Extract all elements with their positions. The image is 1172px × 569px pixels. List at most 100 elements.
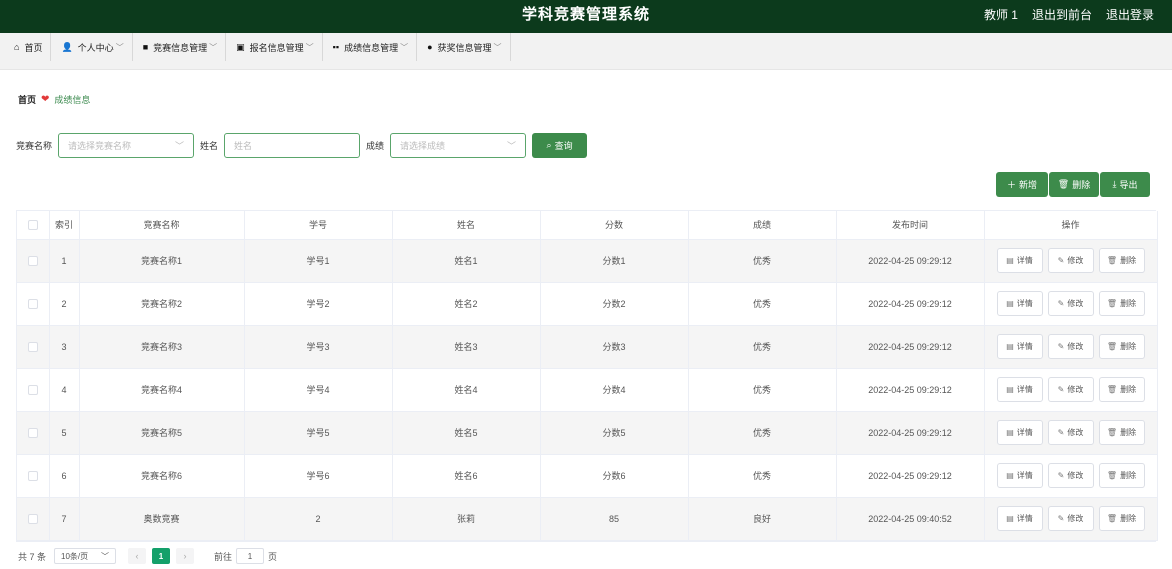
nav-item-label: 报名信息管理 (249, 42, 304, 53)
edit-button[interactable]: ✎ 修改 (1047, 334, 1094, 359)
delete-button[interactable]: 🗑 删除 (1098, 463, 1145, 488)
nav-item-2[interactable]: ■ 竞赛信息管理 ﹀ (133, 33, 227, 61)
nav-item-5[interactable]: ● 获奖信息管理 ﹀ (417, 33, 511, 61)
logout-link[interactable]: 退出登录 (1106, 0, 1154, 30)
next-page-button[interactable]: › (176, 548, 195, 564)
delete-button[interactable]: 🗑 删除 (1098, 248, 1145, 273)
col-header-contest: 竞赛名称 (79, 211, 245, 240)
cell-index: 2 (49, 282, 80, 326)
goto-label: 前往 (214, 551, 233, 562)
breadcrumb-home[interactable]: 首页 (18, 93, 36, 106)
row-checkbox[interactable] (27, 341, 38, 352)
exit-to-front-link[interactable]: 退出到前台 (1032, 0, 1092, 30)
pencil-icon: ✎ (1057, 385, 1065, 394)
page-1-button[interactable]: 1 (152, 548, 171, 564)
cell-grade: 优秀 (688, 411, 837, 455)
table-row: 4 竞赛名称4 学号4 姓名4 分数4 优秀 2022-04-25 09:29:12 ▤ 详情 ✎… (17, 368, 1158, 412)
select-all-checkbox[interactable] (27, 220, 38, 231)
delete-button[interactable]: 🗑 删除 (1098, 377, 1145, 402)
chevron-down-icon: ﹀ (493, 42, 502, 52)
detail-button[interactable]: ▤ 详情 (996, 334, 1043, 359)
row-checkbox[interactable] (27, 384, 38, 395)
batch-delete-button[interactable]: 🗑 删除 (1049, 172, 1099, 197)
nav-item-label: 成绩信息管理 (344, 42, 399, 53)
cell-contest: 奥数竞赛 (79, 497, 245, 541)
export-button[interactable]: ⤓ 导出 (1100, 172, 1150, 197)
edit-button[interactable]: ✎ 修改 (1047, 506, 1094, 531)
edit-button[interactable]: ✎ 修改 (1047, 291, 1094, 316)
page-size-value: 10条/页 (61, 551, 89, 561)
chevron-down-icon: ﹀ (115, 42, 124, 52)
delete-button[interactable]: 🗑 删除 (1098, 420, 1145, 445)
grade-select[interactable]: 请选择成绩 ﹀ (390, 133, 527, 158)
detail-button[interactable]: ▤ 详情 (996, 291, 1043, 316)
row-checkbox[interactable] (27, 298, 38, 309)
col-header-name: 姓名 (392, 211, 541, 240)
grade-label: 成绩 (366, 141, 385, 151)
edit-button[interactable]: ✎ 修改 (1047, 377, 1094, 402)
goto-page-input[interactable]: 1 (236, 548, 265, 564)
cell-student-no: 学号5 (244, 411, 393, 455)
col-header-index: 索引 (49, 211, 80, 240)
current-user: 教师 1 (983, 8, 1018, 22)
select-all-cell (17, 211, 50, 240)
contest-select[interactable]: 请选择竞赛名称 ﹀ (58, 133, 195, 158)
contest-label: 竞赛名称 (16, 141, 53, 151)
document-icon: ▤ (1006, 514, 1014, 523)
chevron-down-icon: ﹀ (400, 42, 409, 52)
name-input[interactable]: 姓名 (224, 133, 361, 158)
add-button[interactable]: ＋ 新增 (996, 172, 1048, 197)
row-checkbox[interactable] (27, 255, 38, 266)
edit-button[interactable]: ✎ 修改 (1047, 420, 1094, 445)
row-checkbox[interactable] (27, 513, 38, 524)
prev-page-button[interactable]: ‹ (128, 548, 147, 564)
row-checkbox[interactable] (27, 470, 38, 481)
nav-item-1[interactable]: 👤 个人中心 ﹀ (51, 33, 133, 61)
cell-time: 2022-04-25 09:40:52 (836, 497, 985, 541)
row-checkbox[interactable] (27, 427, 38, 438)
document-icon: ▤ (1006, 256, 1014, 265)
nav-item-3[interactable]: ▣ 报名信息管理 ﹀ (226, 33, 323, 61)
row-select-cell (17, 282, 50, 326)
detail-label: 详情 (1016, 428, 1033, 437)
detail-button[interactable]: ▤ 详情 (996, 377, 1043, 402)
search-icon: ⌕ (546, 140, 552, 150)
edit-label: 修改 (1067, 342, 1084, 351)
add-button-label: 新增 (1019, 180, 1038, 190)
detail-button[interactable]: ▤ 详情 (996, 463, 1043, 488)
nav-item-label: 获奖信息管理 (437, 42, 492, 53)
cell-name: 姓名1 (392, 239, 541, 283)
delete-label: 删除 (1120, 299, 1137, 308)
cell-time: 2022-04-25 09:29:12 (836, 454, 985, 498)
delete-button[interactable]: 🗑 删除 (1098, 334, 1145, 359)
edit-button[interactable]: ✎ 修改 (1047, 463, 1094, 488)
detail-button[interactable]: ▤ 详情 (996, 248, 1043, 273)
cell-contest: 竞赛名称2 (79, 282, 245, 326)
trash-icon: 🗑 (1106, 342, 1118, 351)
page-size-select[interactable]: 10条/页 ﹀ (54, 548, 117, 564)
delete-button[interactable]: 🗑 删除 (1098, 506, 1145, 531)
query-button[interactable]: ⌕ 查询 (532, 133, 588, 158)
name-label: 姓名 (200, 141, 219, 151)
nav-item-label: 竞赛信息管理 (153, 42, 208, 53)
edit-button[interactable]: ✎ 修改 (1047, 248, 1094, 273)
search-bar: 竞赛名称 请选择竞赛名称 ﹀ 姓名 姓名 成绩 请选择成绩 ﹀ ⌕ 查询 (16, 133, 588, 158)
detail-button[interactable]: ▤ 详情 (996, 506, 1043, 531)
chevron-down-icon: ﹀ (175, 141, 185, 151)
cell-contest: 竞赛名称1 (79, 239, 245, 283)
delete-button[interactable]: 🗑 删除 (1098, 291, 1145, 316)
detail-label: 详情 (1016, 342, 1033, 351)
cell-grade: 优秀 (688, 282, 837, 326)
table-row: 2 竞赛名称2 学号2 姓名2 分数2 优秀 2022-04-25 09:29:12 ▤ 详情 ✎… (17, 282, 1158, 326)
nav-item-label: 首页 (24, 42, 43, 53)
detail-button[interactable]: ▤ 详情 (996, 420, 1043, 445)
nav-item-4[interactable]: ▪▪ 成绩信息管理 ﹀ (323, 33, 418, 61)
nav-item-0[interactable]: ⌂ 首页 (0, 33, 52, 61)
batch-delete-label: 删除 (1072, 180, 1091, 190)
cell-contest: 竞赛名称3 (79, 325, 245, 369)
trash-icon: 🗑 (1106, 299, 1118, 308)
document-icon: ▤ (1006, 471, 1014, 480)
table-row: 3 竞赛名称3 学号3 姓名3 分数3 优秀 2022-04-25 09:29:12 ▤ 详情 ✎… (17, 325, 1158, 369)
delete-label: 删除 (1120, 514, 1137, 523)
cell-grade: 优秀 (688, 454, 837, 498)
